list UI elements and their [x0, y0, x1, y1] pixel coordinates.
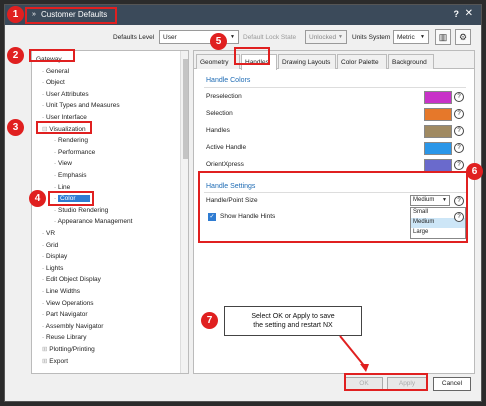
callout-arrow [339, 335, 369, 372]
